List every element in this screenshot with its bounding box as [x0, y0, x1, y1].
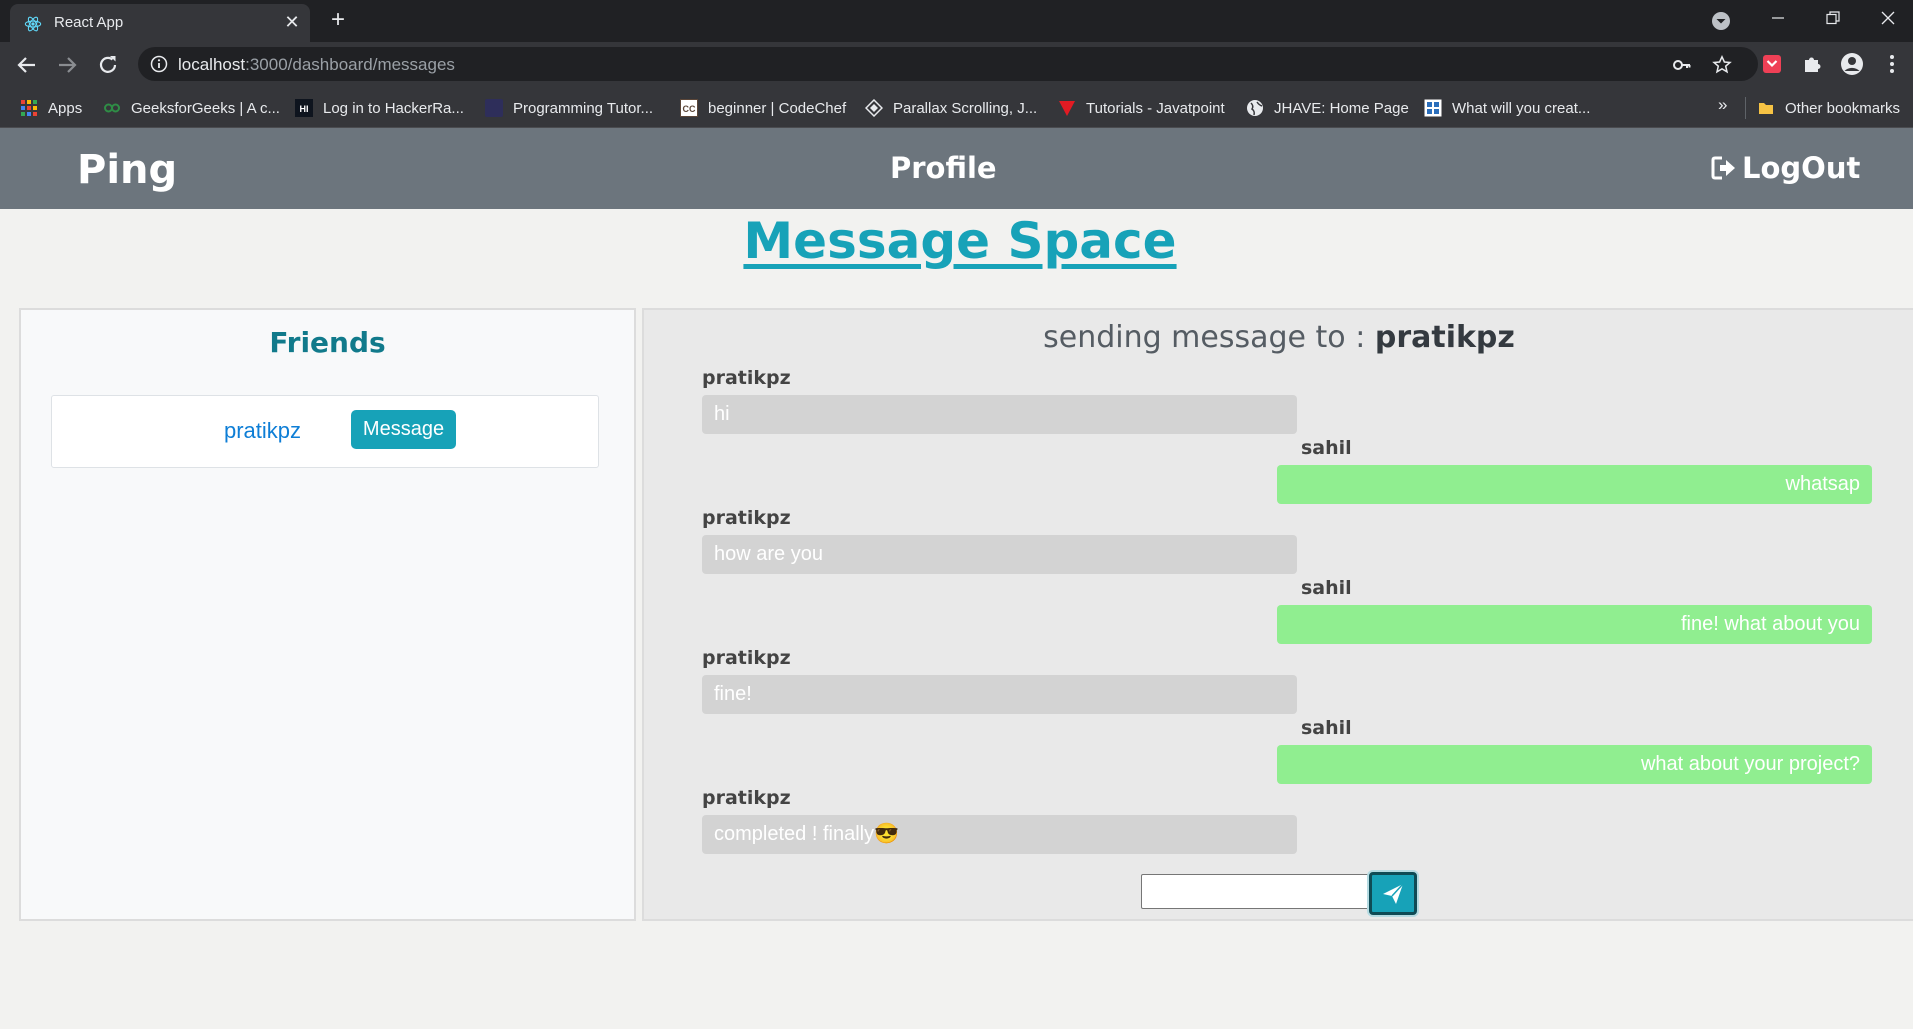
message-input[interactable]	[1141, 874, 1369, 909]
svg-text:CC: CC	[683, 104, 696, 114]
tab-search-icon[interactable]	[1710, 10, 1732, 32]
message-friend-button[interactable]: Message	[351, 410, 456, 449]
chat-header-prefix: sending message to :	[1043, 320, 1375, 355]
bookmark-label: Parallax Scrolling, J...	[893, 99, 1038, 117]
bookmark-label: GeeksforGeeks | A c...	[131, 99, 280, 117]
incoming-message-bubble: hi	[702, 395, 1297, 434]
app-navbar: Ping Profile LogOut	[0, 128, 1913, 209]
chat-header: sending message to : pratikpz	[644, 320, 1913, 355]
geeksforgeeks-icon	[104, 103, 120, 113]
browser-menu-icon[interactable]	[1880, 52, 1904, 76]
logout-button[interactable]: LogOut	[1710, 151, 1860, 185]
outgoing-message-bubble: whatsap	[1277, 465, 1872, 504]
parallax-icon	[865, 99, 883, 117]
brand-logo[interactable]: Ping	[77, 147, 177, 193]
message-sender: pratikpz	[702, 367, 791, 389]
profile-avatar-icon[interactable]	[1840, 52, 1864, 76]
bookmark-label: Tutorials - Javatpoint	[1086, 99, 1225, 117]
bookmark-parallax[interactable]: Parallax Scrolling, J...	[865, 97, 1037, 119]
message-sender: sahil	[1301, 717, 1352, 739]
url-path: :3000/dashboard/messages	[245, 55, 455, 74]
bookmark-programiz[interactable]: Programming Tutor...	[485, 97, 653, 119]
bookmark-label: Other bookmarks	[1785, 99, 1901, 117]
chat-panel: sending message to : pratikpz pratikpz h…	[642, 308, 1913, 921]
friends-panel: Friends pratikpz Message	[19, 308, 636, 921]
pocket-extension-icon[interactable]	[1760, 52, 1784, 76]
tab-title: React App	[54, 14, 124, 31]
message-sender: pratikpz	[702, 647, 791, 669]
more-bookmarks-chevron-icon[interactable]: »	[1718, 95, 1727, 115]
hackerrank-icon: HI	[295, 99, 313, 117]
bookmark-geeksforgeeks[interactable]: GeeksforGeeks | A c...	[103, 97, 280, 119]
bookmark-what-will-you-create[interactable]: What will you creat...	[1424, 97, 1590, 119]
close-window-icon[interactable]	[1868, 6, 1908, 36]
forward-arrow-icon[interactable]	[53, 51, 81, 79]
bookmarks-divider	[1745, 97, 1746, 119]
bookmark-codechef[interactable]: CC beginner | CodeChef	[680, 97, 846, 119]
friends-heading: Friends	[269, 326, 386, 359]
url-host: localhost	[178, 55, 246, 74]
bookmark-label: Programming Tutor...	[513, 99, 654, 117]
site-info-icon[interactable]	[150, 55, 168, 73]
incoming-message-bubble: fine!	[702, 675, 1297, 714]
react-icon	[24, 16, 42, 32]
globe-icon	[1247, 100, 1263, 116]
close-tab-icon[interactable]: ✕	[281, 11, 303, 33]
bookmark-label: Apps	[48, 99, 83, 117]
codechef-icon: CC	[680, 99, 698, 117]
bookmark-label: What will you creat...	[1452, 99, 1591, 117]
bookmarks-bar: Apps GeeksforGeeks | A c... HI Log in to…	[0, 87, 1913, 128]
message-sender: sahil	[1301, 577, 1352, 599]
friend-card: pratikpz Message	[51, 395, 599, 468]
bookmark-label: JHAVE: Home Page	[1274, 99, 1409, 117]
browser-tab-strip: React App ✕ +	[0, 0, 1913, 42]
browser-tab[interactable]: React App ✕	[10, 4, 310, 42]
incoming-message-bubble: completed ! finally😎	[702, 815, 1297, 854]
outgoing-message-bubble: what about your project?	[1277, 745, 1872, 784]
key-icon[interactable]	[1672, 55, 1692, 75]
address-bar[interactable]: localhost:3000/dashboard/messages	[138, 47, 1758, 81]
nav-profile-link[interactable]: Profile	[890, 151, 997, 185]
chat-recipient: pratikpz	[1374, 320, 1515, 355]
bookmark-star-icon[interactable]	[1712, 55, 1732, 75]
minimize-icon[interactable]	[1758, 6, 1798, 36]
reload-icon[interactable]	[94, 51, 122, 79]
folder-icon	[1759, 103, 1773, 114]
bookmark-label: Log in to HackerRa...	[323, 99, 464, 117]
outgoing-message-bubble: fine! what about you	[1277, 605, 1872, 644]
send-button[interactable]	[1369, 872, 1417, 915]
sign-out-icon	[1711, 156, 1735, 180]
bookmark-jhave[interactable]: JHAVE: Home Page	[1246, 97, 1409, 119]
page-title: Message Space	[743, 212, 1177, 270]
message-sender: pratikpz	[702, 787, 791, 809]
paper-plane-icon	[1383, 883, 1404, 904]
new-tab-button[interactable]: +	[325, 8, 351, 34]
bookmark-other-bookmarks[interactable]: Other bookmarks	[1757, 97, 1900, 119]
incoming-message-bubble: how are you	[702, 535, 1297, 574]
browser-toolbar: localhost:3000/dashboard/messages	[0, 42, 1913, 87]
bookmark-javatpoint[interactable]: Tutorials - Javatpoint	[1058, 97, 1225, 119]
message-sender: sahil	[1301, 437, 1352, 459]
bookmark-apps[interactable]: Apps	[20, 97, 82, 119]
message-sender: pratikpz	[702, 507, 791, 529]
friend-name-link[interactable]: pratikpz	[224, 418, 301, 444]
extensions-puzzle-icon[interactable]	[1800, 52, 1824, 76]
back-arrow-icon[interactable]	[13, 51, 41, 79]
creat-icon	[1424, 99, 1442, 117]
programiz-icon	[485, 99, 503, 117]
logout-label: LogOut	[1742, 151, 1861, 185]
restore-icon[interactable]	[1813, 6, 1853, 36]
bookmark-label: beginner | CodeChef	[708, 99, 847, 117]
svg-text:HI: HI	[300, 104, 309, 114]
javatpoint-icon	[1059, 101, 1075, 116]
bookmark-hackerrank[interactable]: HI Log in to HackerRa...	[295, 97, 464, 119]
url-text: localhost:3000/dashboard/messages	[178, 55, 455, 75]
apps-grid-icon	[21, 100, 37, 116]
